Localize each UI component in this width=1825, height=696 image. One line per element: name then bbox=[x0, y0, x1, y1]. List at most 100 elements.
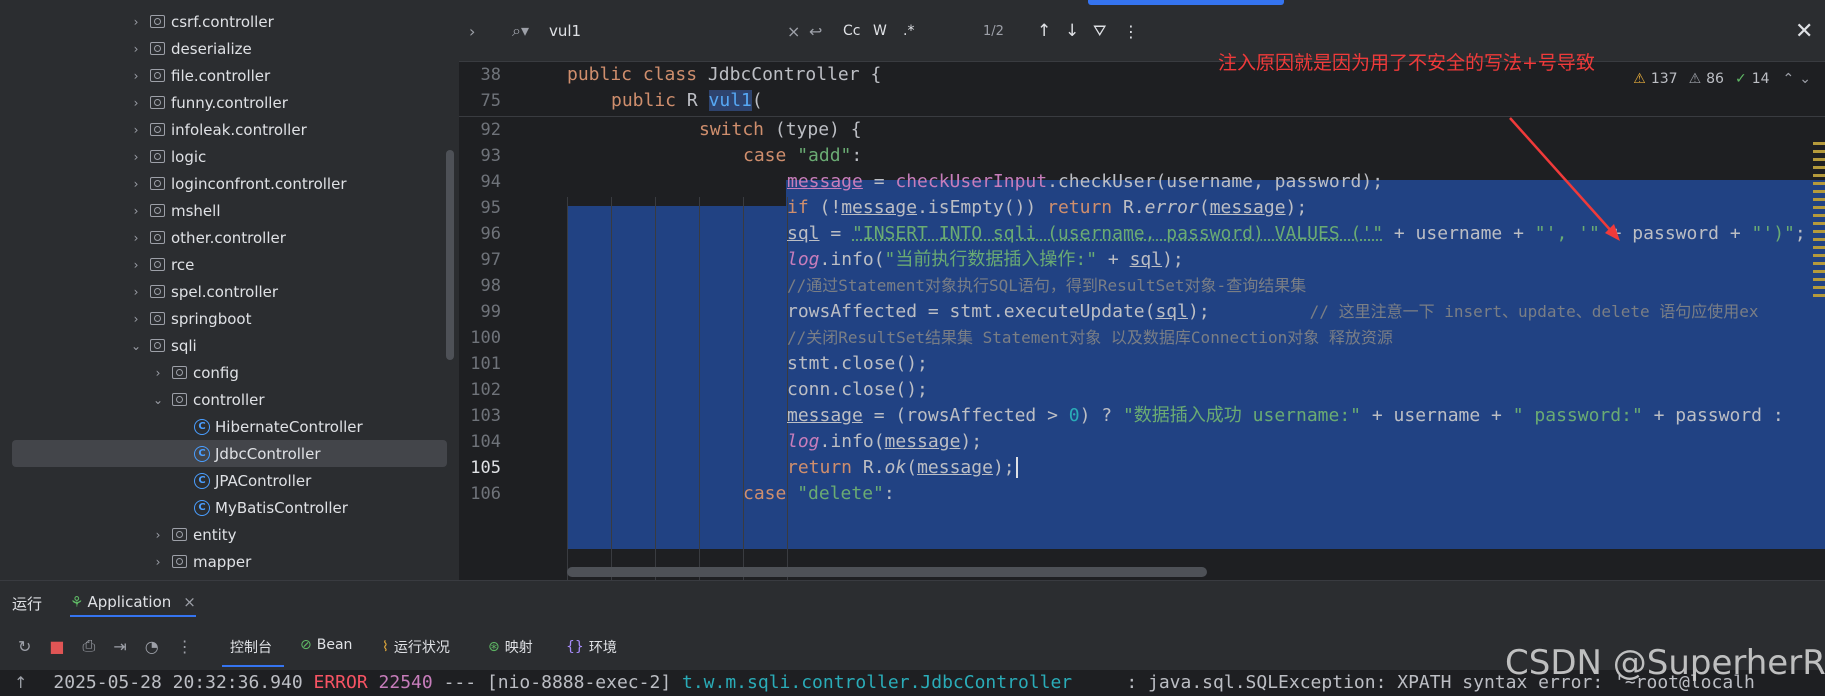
class-icon: C bbox=[194, 472, 210, 489]
filter-icon[interactable]: ⛛ bbox=[1093, 0, 1106, 62]
stop-icon[interactable]: ■ bbox=[49, 637, 64, 656]
tree-item-class[interactable]: C MyBatisController bbox=[12, 494, 447, 521]
indent-guide bbox=[655, 197, 656, 580]
history-icon[interactable]: ↩ bbox=[809, 0, 822, 62]
clear-icon[interactable]: × bbox=[787, 0, 800, 62]
tab-label: 运行状况 bbox=[393, 640, 450, 656]
tree-item-package[interactable]: › csrf.controller bbox=[12, 8, 447, 35]
prev-match-icon[interactable]: ↑ bbox=[1037, 0, 1051, 62]
chevron-right-icon[interactable]: › bbox=[128, 258, 144, 272]
tree-item-package[interactable]: › config bbox=[12, 359, 447, 386]
field: log bbox=[787, 249, 820, 270]
search-input[interactable]: vul1 bbox=[549, 0, 749, 62]
more-options-icon[interactable]: ⋮ bbox=[1123, 0, 1139, 62]
tree-item-package[interactable]: › entity bbox=[12, 521, 447, 548]
chevron-right-icon[interactable]: › bbox=[128, 312, 144, 326]
tree-item-class[interactable]: C JdbcController bbox=[12, 440, 447, 467]
tree-item-package[interactable]: › other.controller bbox=[12, 224, 447, 251]
tree-item-package[interactable]: › mapper bbox=[12, 548, 447, 575]
tree-item-package[interactable]: › spel.controller bbox=[12, 278, 447, 305]
camera-icon[interactable]: ⎙ bbox=[83, 636, 96, 656]
match-case-toggle[interactable]: Cc bbox=[843, 0, 860, 62]
tree-item-label: HibernateController bbox=[215, 417, 363, 436]
chevron-right-icon[interactable]: › bbox=[150, 366, 166, 380]
class-icon: C bbox=[194, 499, 210, 516]
regex-toggle[interactable]: .* bbox=[903, 0, 914, 62]
check-icon: ✓ bbox=[1734, 71, 1747, 87]
comment: // 这里注意一下 insert、update、delete 语句应使用ex bbox=[1309, 302, 1759, 321]
tree-item-package[interactable]: › file.controller bbox=[12, 62, 447, 89]
tree-item-class[interactable]: C JPAController bbox=[12, 467, 447, 494]
chevron-right-icon[interactable]: › bbox=[128, 285, 144, 299]
code-editor[interactable]: 38 75 92 93 94 95 96 97 98 99 100 101 10… bbox=[459, 62, 1825, 580]
weak-warning-count: 86 bbox=[1706, 71, 1724, 87]
tab-console[interactable]: 控制台 bbox=[230, 637, 272, 657]
tree-item-package[interactable]: › infoleak.controller bbox=[12, 116, 447, 143]
chevron-down-icon[interactable]: ⌄ bbox=[128, 339, 144, 353]
chevron-right-icon[interactable]: › bbox=[128, 150, 144, 164]
annotation-text: 注入原因就是因为用了不安全的写法+号导致 bbox=[1218, 52, 1595, 74]
close-find-icon[interactable]: ✕ bbox=[1795, 0, 1813, 62]
tree-item-package[interactable]: › mshell bbox=[12, 197, 447, 224]
chevron-right-icon[interactable]: › bbox=[128, 231, 144, 245]
chevron-right-icon[interactable]: › bbox=[469, 0, 475, 62]
class-icon: C bbox=[194, 445, 210, 462]
log-pid: 22540 bbox=[378, 672, 433, 693]
chevron-up-icon[interactable]: ⌃ bbox=[1783, 71, 1795, 87]
search-match: vul1 bbox=[708, 90, 752, 111]
tree-item-package[interactable]: › rce bbox=[12, 251, 447, 278]
chevron-down-icon[interactable]: ⌄ bbox=[1799, 71, 1811, 87]
tree-item-package[interactable]: › logic bbox=[12, 143, 447, 170]
chevron-right-icon[interactable]: › bbox=[128, 15, 144, 29]
tree-item-package[interactable]: › funny.controller bbox=[12, 89, 447, 116]
environment-icon: {} bbox=[566, 639, 584, 655]
chevron-right-icon[interactable]: › bbox=[128, 96, 144, 110]
tree-item-package[interactable]: ⌄ sqli bbox=[12, 332, 447, 359]
match-count: 1/2 bbox=[983, 23, 1004, 39]
chevron-down-icon[interactable]: ⌄ bbox=[150, 393, 166, 407]
code-text: (! bbox=[819, 197, 842, 218]
tree-scrollbar[interactable] bbox=[446, 150, 454, 360]
chevron-right-icon[interactable]: › bbox=[150, 555, 166, 569]
tab-mappings[interactable]: ⊛ 映射 bbox=[488, 637, 533, 657]
tree-item-label: mshell bbox=[171, 201, 221, 220]
chevron-right-icon[interactable]: › bbox=[128, 69, 144, 83]
sticky-divider bbox=[459, 116, 1825, 117]
scroll-up-icon[interactable]: ↑ bbox=[0, 673, 53, 692]
code-text: ); bbox=[960, 431, 983, 452]
search-icon[interactable]: ⌕▾ bbox=[512, 0, 529, 62]
chevron-right-icon[interactable]: › bbox=[128, 204, 144, 218]
horizontal-scrollbar[interactable] bbox=[567, 567, 1207, 577]
chevron-right-icon[interactable]: › bbox=[128, 123, 144, 137]
tree-item-package[interactable]: › loginconfront.controller bbox=[12, 170, 447, 197]
variable: message bbox=[787, 171, 863, 192]
tab-health[interactable]: ⌇ 运行状况 bbox=[382, 637, 450, 657]
log-logger[interactable]: t.w.m.sqli.controller.JdbcController bbox=[682, 672, 1072, 693]
more-icon[interactable]: ⋮ bbox=[177, 637, 193, 656]
chevron-right-icon[interactable]: › bbox=[128, 177, 144, 191]
chevron-right-icon[interactable]: › bbox=[128, 42, 144, 56]
package-icon bbox=[150, 15, 165, 28]
tab-environment[interactable]: {} 环境 bbox=[566, 637, 617, 657]
code-text: ; bbox=[1794, 223, 1806, 244]
close-icon[interactable]: × bbox=[183, 593, 196, 611]
whole-word-toggle[interactable]: W bbox=[873, 0, 887, 62]
tab-bean[interactable]: ⊘ Bean bbox=[300, 637, 352, 653]
keyword: switch bbox=[699, 119, 775, 140]
dump-icon[interactable]: ◔ bbox=[145, 637, 159, 656]
next-match-icon[interactable]: ↓ bbox=[1065, 0, 1079, 62]
tree-item-package[interactable]: › deserialize bbox=[12, 35, 447, 62]
application-run-tab[interactable]: ⚘ Application × bbox=[70, 593, 196, 617]
error-stripe[interactable] bbox=[1813, 142, 1825, 580]
chevron-right-icon[interactable]: › bbox=[150, 528, 166, 542]
package-icon bbox=[172, 555, 187, 568]
exit-icon[interactable]: ⇥ bbox=[113, 637, 126, 656]
inspection-widget[interactable]: ⚠ 137 ⚠ 86 ✓ 14 ⌃ ⌄ bbox=[1633, 62, 1825, 96]
tree-item-class[interactable]: C HibernateController bbox=[12, 413, 447, 440]
variable: message bbox=[1209, 197, 1286, 218]
tree-item-package[interactable]: › springboot bbox=[12, 305, 447, 332]
tree-item-label: deserialize bbox=[171, 39, 252, 58]
rerun-icon[interactable]: ↻ bbox=[18, 637, 31, 656]
code-text: = (rowsAffected > bbox=[862, 405, 1069, 426]
tree-item-package[interactable]: ⌄ controller bbox=[12, 386, 447, 413]
